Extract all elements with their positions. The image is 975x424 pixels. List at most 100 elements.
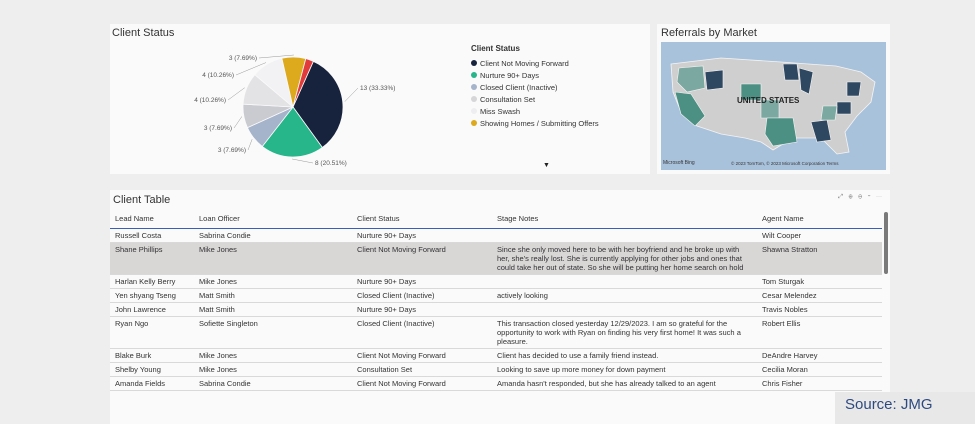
pie-leader-line [344,87,359,102]
table-header-row: Lead Name Loan Officer Client Status Sta… [110,210,882,229]
legend-item[interactable]: Miss Swash [471,105,599,117]
us-map[interactable] [661,42,886,170]
legend-item[interactable]: Closed Client (Inactive) [471,81,599,93]
column-header-loan-officer[interactable]: Loan Officer [194,210,352,229]
visual-header-icons[interactable]: ⤢ ⊕ ⊖ ▿ ⋯ [838,194,884,201]
agent-name-cell: Shawna Stratton [757,242,882,275]
loan-officer-cell: Mike Jones [194,242,352,275]
pie-leader-line [247,139,253,151]
legend-dot [471,120,477,126]
pie-leader-line [227,87,245,101]
agent-name-cell: Cecilia Moran [757,362,882,377]
legend-dot [471,72,477,78]
loan-officer-cell: Sofiette Singleton [194,316,352,349]
stage-notes-cell: Amanda hasn't responded, but she has alr… [492,376,757,391]
referrals-map-title: Referrals by Market [661,27,757,39]
stage-notes-cell: This transaction closed yesterday 12/29/… [492,316,757,349]
bing-logo: Microsoft Bing [663,160,695,166]
legend-label: Nurture 90+ Days [480,70,539,80]
lead-name-cell: Harlan Kelly Berry [110,274,194,289]
source-caption: Source: JMG [835,392,975,424]
client-status-legend: Client Status Client Not Moving Forward N… [471,44,599,129]
legend-label: Closed Client (Inactive) [480,82,558,92]
pie-leader-line [233,116,243,129]
stage-notes-cell: Since she only moved here to be with her… [492,242,757,275]
legend-item[interactable]: Consultation Set [471,93,599,105]
table-row[interactable]: Blake Burk Mike Jones Client Not Moving Fo… [110,348,882,363]
legend-label: Client Not Moving Forward [480,58,569,68]
legend-label: Miss Swash [480,106,521,116]
lead-name-cell: Amanda Fields [110,376,194,391]
stage-notes-cell: actively looking [492,288,757,303]
agent-name-cell: Chris Fisher [757,376,882,391]
pie-leader-line [292,158,314,164]
pie-data-label: 4 (10.26%) [202,72,234,79]
pie-data-label: 13 (33.33%) [360,85,395,92]
column-header-lead-name[interactable]: Lead Name [110,210,194,229]
agent-name-cell: Travis Nobles [757,302,882,317]
map-copyright[interactable]: © 2023 TomTom, © 2023 Microsoft Corporat… [731,161,839,166]
lead-name-cell: Russell Costa [110,228,194,243]
table-row[interactable]: Yen shyang Tseng Matt Smith Closed Client … [110,288,882,303]
lead-name-cell: Blake Burk [110,348,194,363]
stage-notes-cell [492,302,757,317]
column-header-stage-notes[interactable]: Stage Notes [492,210,757,229]
lead-name-cell: Shane Phillips [110,242,194,275]
column-header-agent-name[interactable]: Agent Name [757,210,882,229]
legend-dot [471,84,477,90]
client-table-title: Client Table [113,194,171,206]
table-row[interactable]: Harlan Kelly Berry Mike Jones Nurture 90+ … [110,274,882,289]
stage-notes-cell [492,274,757,289]
map-country-label: UNITED STATES [737,96,800,105]
loan-officer-cell: Mike Jones [194,362,352,377]
loan-officer-cell: Mike Jones [194,348,352,363]
loan-officer-cell: Mike Jones [194,274,352,289]
lead-name-cell: Yen shyang Tseng [110,288,194,303]
legend-dot [471,60,477,66]
pie-data-label: 4 (10.26%) [194,97,226,104]
pie-data-label: 8 (20.51%) [315,160,347,167]
table-row[interactable]: Shelby Young Mike Jones Consultation Set Lo… [110,362,882,377]
client-status-cell: Client Not Moving Forward [352,376,492,391]
legend-item[interactable]: Client Not Moving Forward [471,57,599,69]
table-row[interactable]: Russell Costa Sabrina Condie Nurture 90+ D… [110,228,882,243]
agent-name-cell: DeAndre Harvey [757,348,882,363]
legend-title: Client Status [471,44,520,53]
stage-notes-cell: Client has decided to use a family frien… [492,348,757,363]
client-table: Lead Name Loan Officer Client Status Sta… [110,210,882,391]
client-table-panel: Client Table ⤢ ⊕ ⊖ ▿ ⋯ Lead Name Loan Of… [110,190,890,424]
pie-data-label: 3 (7.69%) [204,125,232,132]
agent-name-cell: Cesar Melendez [757,288,882,303]
table-row[interactable]: Shane Phillips Mike Jones Client Not Movin… [110,242,882,275]
pie-data-label: 3 (7.69%) [229,55,257,62]
table-row[interactable]: Amanda Fields Sabrina Condie Client Not Mo… [110,376,882,391]
loan-officer-cell: Matt Smith [194,302,352,317]
table-row[interactable]: John Lawrence Matt Smith Nurture 90+ Days T… [110,302,882,317]
table-scrollbar[interactable] [884,212,888,274]
client-status-cell: Nurture 90+ Days [352,274,492,289]
agent-name-cell: Wilt Cooper [757,228,882,243]
loan-officer-cell: Matt Smith [194,288,352,303]
client-status-panel: Client Status 13 (33.33%) 8 (20.51%) 3 (7.… [110,24,650,174]
client-status-cell: Closed Client (Inactive) [352,316,492,349]
agent-name-cell: Robert Ellis [757,316,882,349]
client-status-cell: Client Not Moving Forward [352,242,492,275]
stage-notes-cell [492,228,757,243]
column-header-client-status[interactable]: Client Status [352,210,492,229]
legend-dot [471,96,477,102]
loan-officer-cell: Sabrina Condie [194,228,352,243]
client-status-cell: Nurture 90+ Days [352,302,492,317]
table-row[interactable]: Ryan Ngo Sofiette Singleton Closed Client … [110,316,882,349]
legend-item[interactable]: Showing Homes / Submitting Offers [471,117,599,129]
lead-name-cell: Ryan Ngo [110,316,194,349]
referrals-map-panel: Referrals by Market UNITED STATES Micros… [657,24,890,174]
legend-label: Consultation Set [480,94,536,104]
client-status-pie[interactable]: 13 (33.33%) 8 (20.51%) 3 (7.69%) 3 (7.69%) 4… [110,24,470,174]
client-status-cell: Closed Client (Inactive) [352,288,492,303]
lead-name-cell: John Lawrence [110,302,194,317]
client-status-cell: Nurture 90+ Days [352,228,492,243]
chevron-down-icon[interactable]: ▼ [543,162,550,169]
legend-item[interactable]: Nurture 90+ Days [471,69,599,81]
legend-label: Showing Homes / Submitting Offers [480,118,599,128]
loan-officer-cell: Sabrina Condie [194,376,352,391]
